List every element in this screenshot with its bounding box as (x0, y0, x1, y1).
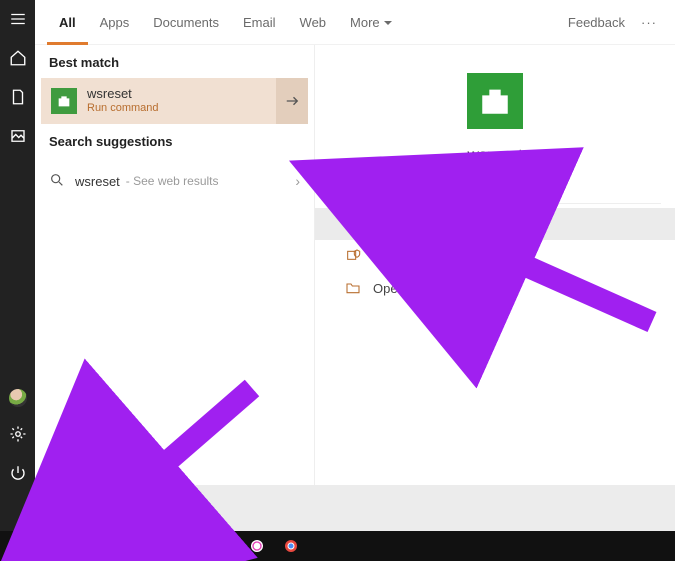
action-open-label: Open (373, 217, 405, 232)
user-avatar-icon[interactable] (9, 389, 27, 407)
edge-browser-icon[interactable] (106, 531, 136, 561)
result-detail-pane: wsreset Run command Open Run as administ… (315, 45, 675, 485)
tab-web[interactable]: Web (288, 0, 339, 45)
action-open[interactable]: Open (315, 208, 675, 240)
action-run-as-admin[interactable]: Run as administrator (327, 240, 663, 272)
tab-more[interactable]: More (338, 0, 404, 45)
document-icon[interactable] (9, 88, 27, 109)
settings-gear-icon[interactable] (9, 425, 27, 446)
itunes-icon[interactable] (242, 531, 272, 561)
menu-icon[interactable] (9, 10, 27, 31)
suggestion-hint: - See web results (126, 174, 219, 188)
shield-admin-icon (345, 248, 361, 264)
tab-email[interactable]: Email (231, 0, 288, 45)
file-explorer-icon[interactable] (140, 531, 170, 561)
mail-app-icon[interactable] (174, 531, 204, 561)
chevron-right-icon: › (295, 173, 300, 189)
results-left-pane: Best match wsreset Run command Search su… (35, 45, 315, 485)
best-match-heading: Best match (35, 45, 314, 78)
best-match-subtitle: Run command (87, 102, 159, 116)
start-left-rail (0, 0, 35, 485)
best-match-name: wsreset (87, 86, 159, 102)
power-icon[interactable] (9, 464, 27, 485)
suggestion-query: wsreset (75, 174, 120, 189)
open-icon (345, 216, 361, 232)
search-bar[interactable] (70, 485, 675, 531)
chevron-down-icon (384, 21, 392, 29)
cortana-circle-icon[interactable] (38, 531, 68, 561)
folder-icon (345, 280, 361, 296)
home-icon[interactable] (9, 49, 27, 70)
best-match-result[interactable]: wsreset Run command (41, 78, 308, 124)
feedback-link[interactable]: Feedback (558, 15, 635, 30)
store-app-icon (51, 88, 77, 114)
task-view-icon[interactable] (72, 531, 102, 561)
search-suggestions-heading: Search suggestions (35, 124, 314, 157)
search-icon (78, 494, 106, 522)
store-app-large-icon (467, 73, 523, 129)
divider (329, 203, 661, 204)
tab-all[interactable]: All (47, 0, 88, 45)
chrome-browser-icon[interactable] (276, 531, 306, 561)
detail-title: wsreset (315, 147, 675, 165)
tab-documents[interactable]: Documents (141, 0, 231, 45)
expand-result-arrow-icon[interactable] (276, 78, 308, 124)
taskbar (0, 531, 675, 561)
more-options-icon[interactable]: ··· (635, 15, 663, 30)
microsoft-store-icon[interactable] (208, 531, 238, 561)
search-icon (49, 172, 65, 191)
search-input[interactable] (106, 500, 675, 517)
action-open-location[interactable]: Open file location (327, 272, 663, 304)
pictures-icon[interactable] (9, 127, 27, 148)
search-filter-tabs: All Apps Documents Email Web More Feedba… (35, 0, 675, 45)
tab-apps[interactable]: Apps (88, 0, 142, 45)
start-button[interactable] (4, 531, 34, 561)
action-run-as-admin-label: Run as administrator (373, 249, 493, 264)
detail-subtitle: Run command (315, 167, 675, 181)
action-open-location-label: Open file location (373, 281, 473, 296)
web-suggestion-row[interactable]: wsreset - See web results › (35, 161, 314, 201)
